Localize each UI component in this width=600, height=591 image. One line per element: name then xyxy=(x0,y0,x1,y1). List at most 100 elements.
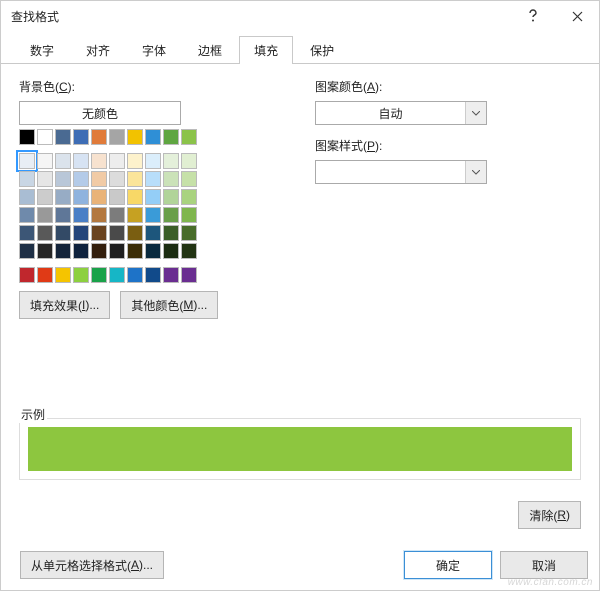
color-swatch[interactable] xyxy=(145,129,161,145)
tab-fill[interactable]: 填充 xyxy=(239,36,293,64)
color-swatch[interactable] xyxy=(163,225,179,241)
clear-button[interactable]: 清除(R) xyxy=(518,501,581,529)
color-swatch[interactable] xyxy=(91,225,107,241)
tab-number[interactable]: 数字 xyxy=(15,36,69,64)
color-swatch[interactable] xyxy=(91,153,107,169)
cancel-button[interactable]: 取消 xyxy=(500,551,588,579)
color-swatch[interactable] xyxy=(163,243,179,259)
pattern-style-dropdown[interactable] xyxy=(315,160,487,184)
more-colors-button[interactable]: 其他颜色(M)... xyxy=(120,291,218,319)
color-swatch[interactable] xyxy=(19,243,35,259)
color-swatch[interactable] xyxy=(127,153,143,169)
color-swatch[interactable] xyxy=(55,243,71,259)
no-color-button[interactable]: 无颜色 xyxy=(19,101,181,125)
color-swatch[interactable] xyxy=(109,153,125,169)
color-swatch[interactable] xyxy=(55,207,71,223)
color-swatch[interactable] xyxy=(91,189,107,205)
color-swatch[interactable] xyxy=(163,267,179,283)
choose-format-from-cell-button[interactable]: 从单元格选择格式(A)... xyxy=(20,551,164,579)
color-swatch[interactable] xyxy=(181,171,197,187)
color-swatch[interactable] xyxy=(181,189,197,205)
color-swatch[interactable] xyxy=(127,243,143,259)
color-swatch[interactable] xyxy=(73,189,89,205)
color-swatch[interactable] xyxy=(145,243,161,259)
color-swatch[interactable] xyxy=(163,207,179,223)
color-swatch[interactable] xyxy=(37,243,53,259)
color-swatch[interactable] xyxy=(181,153,197,169)
color-swatch[interactable] xyxy=(127,225,143,241)
color-swatch[interactable] xyxy=(73,171,89,187)
color-swatch[interactable] xyxy=(145,225,161,241)
color-swatch[interactable] xyxy=(109,267,125,283)
color-swatch[interactable] xyxy=(109,225,125,241)
color-swatch[interactable] xyxy=(91,171,107,187)
color-swatch[interactable] xyxy=(37,189,53,205)
color-swatch[interactable] xyxy=(19,267,35,283)
color-swatch[interactable] xyxy=(73,207,89,223)
color-swatch[interactable] xyxy=(19,153,35,169)
color-swatch[interactable] xyxy=(181,207,197,223)
color-swatch[interactable] xyxy=(127,267,143,283)
color-swatch[interactable] xyxy=(73,243,89,259)
color-swatch[interactable] xyxy=(37,225,53,241)
color-swatch[interactable] xyxy=(73,225,89,241)
color-swatch[interactable] xyxy=(91,243,107,259)
help-button[interactable] xyxy=(511,1,555,31)
color-swatch[interactable] xyxy=(181,243,197,259)
color-swatch[interactable] xyxy=(127,207,143,223)
color-swatch[interactable] xyxy=(109,129,125,145)
clear-row: 清除(R) xyxy=(518,501,581,529)
color-swatch[interactable] xyxy=(145,267,161,283)
fill-effects-button[interactable]: 填充效果(I)... xyxy=(19,291,110,319)
color-swatch[interactable] xyxy=(73,129,89,145)
color-swatch[interactable] xyxy=(55,153,71,169)
tab-alignment[interactable]: 对齐 xyxy=(71,36,125,64)
color-swatch[interactable] xyxy=(37,207,53,223)
close-button[interactable] xyxy=(555,1,599,31)
color-swatch[interactable] xyxy=(145,207,161,223)
color-swatch[interactable] xyxy=(109,171,125,187)
tab-protection[interactable]: 保护 xyxy=(295,36,349,64)
color-swatch[interactable] xyxy=(163,189,179,205)
color-swatch[interactable] xyxy=(109,189,125,205)
color-swatch[interactable] xyxy=(127,189,143,205)
color-swatch[interactable] xyxy=(37,153,53,169)
color-swatch[interactable] xyxy=(55,171,71,187)
color-swatch[interactable] xyxy=(145,171,161,187)
color-swatch[interactable] xyxy=(163,153,179,169)
color-swatch[interactable] xyxy=(91,267,107,283)
color-swatch[interactable] xyxy=(163,129,179,145)
color-swatch[interactable] xyxy=(19,171,35,187)
ok-button[interactable]: 确定 xyxy=(404,551,492,579)
pattern-style-value xyxy=(316,161,465,183)
tab-font[interactable]: 字体 xyxy=(127,36,181,64)
color-swatch[interactable] xyxy=(91,129,107,145)
color-swatch[interactable] xyxy=(55,189,71,205)
color-swatch[interactable] xyxy=(181,267,197,283)
color-swatch[interactable] xyxy=(55,225,71,241)
color-swatch[interactable] xyxy=(127,171,143,187)
color-swatch[interactable] xyxy=(145,189,161,205)
color-swatch[interactable] xyxy=(55,267,71,283)
color-swatch[interactable] xyxy=(37,171,53,187)
color-swatch[interactable] xyxy=(19,207,35,223)
color-swatch[interactable] xyxy=(181,225,197,241)
color-swatch[interactable] xyxy=(181,129,197,145)
color-swatch[interactable] xyxy=(109,243,125,259)
color-swatch[interactable] xyxy=(109,207,125,223)
color-swatch[interactable] xyxy=(19,225,35,241)
color-swatch[interactable] xyxy=(73,267,89,283)
color-swatch[interactable] xyxy=(163,171,179,187)
color-swatch[interactable] xyxy=(19,189,35,205)
color-swatch[interactable] xyxy=(55,129,71,145)
color-swatch[interactable] xyxy=(19,129,35,145)
color-swatch[interactable] xyxy=(145,153,161,169)
pattern-color-label: 图案颜色(A): xyxy=(315,78,581,95)
tab-border[interactable]: 边框 xyxy=(183,36,237,64)
color-swatch[interactable] xyxy=(73,153,89,169)
pattern-color-dropdown[interactable]: 自动 xyxy=(315,101,487,125)
color-swatch[interactable] xyxy=(37,267,53,283)
color-swatch[interactable] xyxy=(91,207,107,223)
color-swatch[interactable] xyxy=(37,129,53,145)
color-swatch[interactable] xyxy=(127,129,143,145)
